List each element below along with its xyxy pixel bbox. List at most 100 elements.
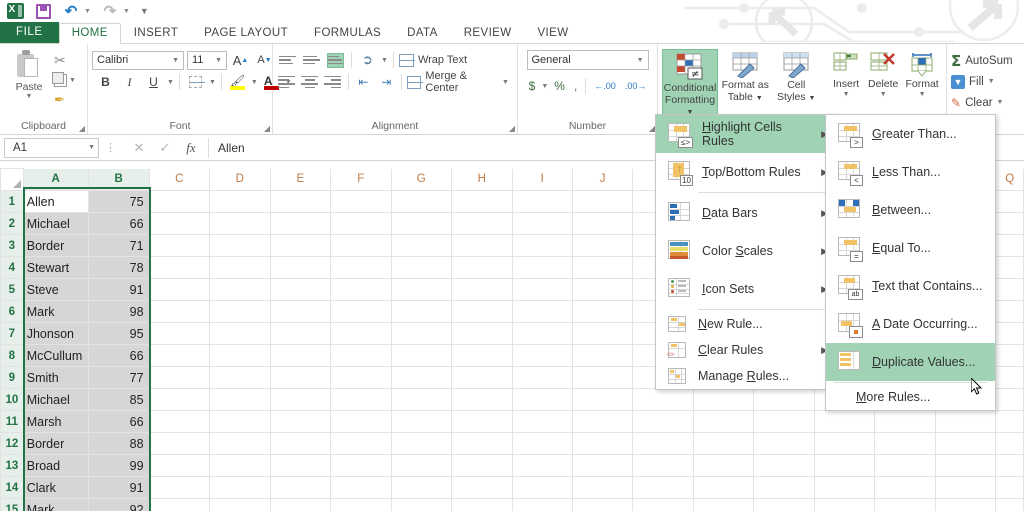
cell-P12[interactable] (934, 432, 997, 455)
cell-O11[interactable] (874, 410, 936, 433)
cell-B4[interactable]: 78 (87, 256, 150, 279)
cell-B6[interactable]: 98 (87, 300, 150, 323)
fill-button[interactable]: ▼ Fill ▼ (951, 71, 995, 92)
paste-button[interactable]: Paste ▼ (4, 47, 54, 100)
orientation-caret-icon[interactable]: ▼ (381, 57, 388, 64)
column-header-Q[interactable]: Q (995, 168, 1024, 191)
cell-B9[interactable]: 77 (87, 366, 150, 389)
tab-review[interactable]: REVIEW (451, 24, 525, 43)
cell-Q9[interactable] (995, 366, 1024, 389)
cell-J11[interactable] (571, 410, 634, 433)
cell-D1[interactable] (209, 190, 271, 213)
cell-F7[interactable] (330, 322, 392, 345)
font-name-caret-icon[interactable]: ▼ (170, 57, 181, 64)
cell-P13[interactable] (934, 454, 997, 477)
cell-A10[interactable]: Michael (22, 388, 89, 411)
cell-Q1[interactable] (995, 190, 1024, 213)
cell-D7[interactable] (209, 322, 271, 345)
cell-P15[interactable] (934, 498, 997, 511)
cell-H14[interactable] (451, 476, 513, 499)
cell-O15[interactable] (874, 498, 936, 511)
font-size-caret-icon[interactable]: ▼ (213, 57, 224, 64)
underline-button[interactable]: U (143, 72, 164, 92)
menu-item-top-bottom-rules[interactable]: ↑ 10 Top/Bottom Rules ▶ (656, 153, 834, 191)
cell-I6[interactable] (511, 300, 573, 323)
cell-Q11[interactable] (995, 410, 1024, 433)
cell-D15[interactable] (209, 498, 271, 511)
copy-caret-icon[interactable]: ▼ (69, 77, 76, 84)
increase-indent-button[interactable]: ⇥ (376, 72, 396, 92)
cell-D13[interactable] (209, 454, 271, 477)
fill-color-caret-icon[interactable]: ▼ (251, 79, 258, 86)
row-header-6[interactable]: 6 (0, 300, 24, 323)
cell-A3[interactable]: Border (22, 234, 89, 257)
increase-font-size-button[interactable]: A ▲ (230, 50, 251, 70)
bold-button[interactable]: B (95, 72, 116, 92)
cell-I5[interactable] (511, 278, 573, 301)
submenu-item-less-than[interactable]: < Less Than... (826, 153, 995, 191)
cell-A4[interactable]: Stewart (22, 256, 89, 279)
cell-H2[interactable] (451, 212, 513, 235)
cell-O13[interactable] (874, 454, 936, 477)
cell-Q14[interactable] (995, 476, 1024, 499)
formula-bar-grip[interactable]: ⋮ (99, 141, 122, 154)
cell-G8[interactable] (390, 344, 453, 367)
cell-J9[interactable] (571, 366, 634, 389)
conditional-formatting-button[interactable]: ≠ Conditional Formatting ▼ (662, 49, 718, 120)
cell-I7[interactable] (511, 322, 573, 345)
align-center-button[interactable] (300, 72, 320, 92)
submenu-item-more-rules[interactable]: More Rules... (826, 384, 995, 410)
cell-Q6[interactable] (995, 300, 1024, 323)
cell-F4[interactable] (330, 256, 392, 279)
cell-E9[interactable] (269, 366, 332, 389)
cell-D10[interactable] (209, 388, 271, 411)
cell-A14[interactable]: Clark (22, 476, 89, 499)
cell-H11[interactable] (451, 410, 513, 433)
row-header-1[interactable]: 1 (0, 190, 24, 213)
cell-J6[interactable] (571, 300, 634, 323)
cell-M15[interactable] (753, 498, 815, 511)
cell-Q4[interactable] (995, 256, 1024, 279)
submenu-item-between[interactable]: Between... (826, 191, 995, 229)
name-box-caret-icon[interactable]: ▼ (88, 144, 95, 151)
submenu-item-equal-to[interactable]: = Equal To... (826, 229, 995, 267)
cell-L14[interactable] (692, 476, 755, 499)
cell-D4[interactable] (209, 256, 271, 279)
cell-F10[interactable] (330, 388, 392, 411)
format-cells-button[interactable]: Format ▼ (902, 49, 942, 98)
cell-N13[interactable] (813, 454, 876, 477)
underline-caret-icon[interactable]: ▼ (167, 79, 174, 86)
row-header-2[interactable]: 2 (0, 212, 24, 235)
cell-H1[interactable] (451, 190, 513, 213)
cell-C15[interactable] (148, 498, 211, 511)
cell-K11[interactable] (632, 410, 694, 433)
align-bottom-button[interactable] (325, 50, 346, 70)
cell-C10[interactable] (148, 388, 211, 411)
cell-E10[interactable] (269, 388, 332, 411)
cell-B11[interactable]: 66 (87, 410, 150, 433)
cut-button[interactable]: ✂ (54, 51, 76, 69)
undo-icon[interactable]: ↶ (62, 3, 80, 20)
cell-D5[interactable] (209, 278, 271, 301)
row-header-12[interactable]: 12 (0, 432, 24, 455)
tab-insert[interactable]: INSERT (121, 24, 191, 43)
cell-I2[interactable] (511, 212, 573, 235)
tab-formulas[interactable]: FORMULAS (301, 24, 394, 43)
cell-Q13[interactable] (995, 454, 1024, 477)
cell-D8[interactable] (209, 344, 271, 367)
cell-E13[interactable] (269, 454, 332, 477)
cell-F1[interactable] (330, 190, 392, 213)
copy-button[interactable]: ▼ (52, 71, 76, 89)
cell-Q8[interactable] (995, 344, 1024, 367)
cell-M13[interactable] (753, 454, 815, 477)
cell-J10[interactable] (571, 388, 634, 411)
delete-caret-icon[interactable]: ▼ (880, 91, 887, 98)
cell-D2[interactable] (209, 212, 271, 235)
column-header-D[interactable]: D (209, 168, 271, 191)
cell-G5[interactable] (390, 278, 453, 301)
cell-J1[interactable] (571, 190, 634, 213)
cell-I15[interactable] (511, 498, 573, 511)
row-header-4[interactable]: 4 (0, 256, 24, 279)
cell-C13[interactable] (148, 454, 211, 477)
cell-F8[interactable] (330, 344, 392, 367)
